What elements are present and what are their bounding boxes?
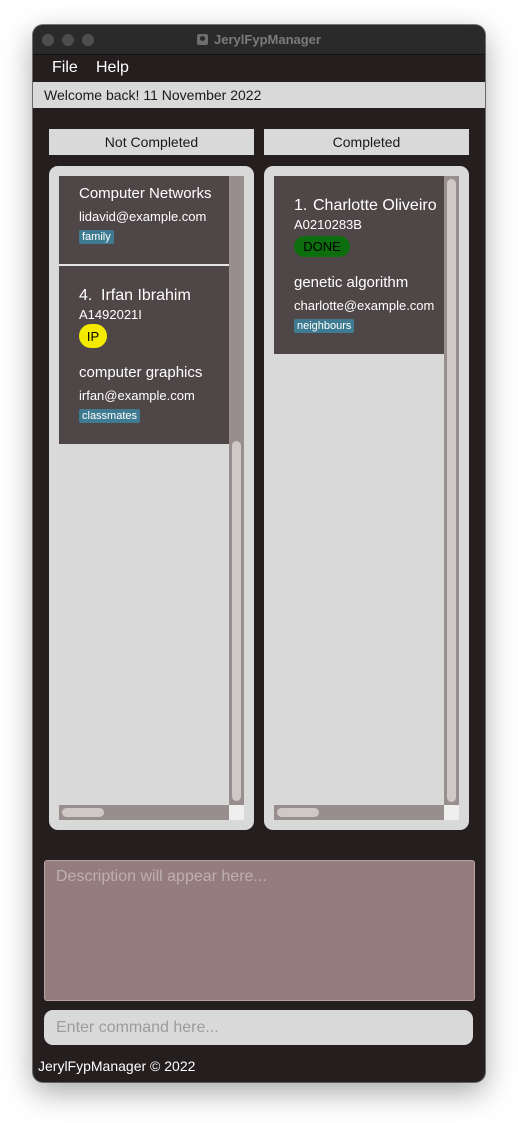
horizontal-scrollbar[interactable] bbox=[274, 805, 444, 820]
card-index: 1. bbox=[294, 197, 308, 214]
vertical-scrollbar[interactable] bbox=[444, 176, 459, 805]
card-project-name: genetic algorithm bbox=[294, 274, 409, 291]
card-index: 4. bbox=[79, 287, 93, 304]
scrollbar-corner bbox=[444, 805, 459, 820]
footer-status: JerylFypManager © 2022 bbox=[38, 1058, 196, 1074]
not-completed-header: Not Completed bbox=[49, 129, 254, 155]
app-window: JerylFypManager File Help Welcome back! … bbox=[33, 25, 485, 1082]
card-tag: classmates bbox=[79, 409, 141, 423]
card-student-id: A0210283B bbox=[294, 217, 362, 232]
card-project-name: Computer Networks bbox=[79, 185, 212, 202]
menu-bar: File Help bbox=[33, 55, 485, 81]
scrollbar-corner bbox=[229, 805, 244, 820]
app-icon bbox=[197, 34, 209, 45]
horizontal-scrollbar[interactable] bbox=[59, 805, 229, 820]
scrollbar-thumb[interactable] bbox=[447, 179, 456, 802]
scrollbar-thumb[interactable] bbox=[277, 808, 319, 817]
menu-help[interactable]: Help bbox=[96, 59, 129, 77]
card-email: charlotte@example.com bbox=[294, 298, 435, 313]
welcome-text: Welcome back! 11 November 2022 bbox=[44, 87, 262, 103]
vertical-scrollbar[interactable] bbox=[229, 176, 244, 805]
command-input[interactable] bbox=[44, 1010, 473, 1045]
title-bar: JerylFypManager bbox=[33, 25, 485, 55]
card-student-name: Charlotte Oliveiro bbox=[313, 197, 437, 214]
project-card[interactable]: Computer Networks lidavid@example.com fa… bbox=[59, 176, 229, 264]
project-card[interactable]: 1. Charlotte Oliveiro A0210283B DONE gen… bbox=[274, 176, 444, 354]
menu-file[interactable]: File bbox=[52, 59, 78, 77]
not-completed-list[interactable]: Computer Networks lidavid@example.com fa… bbox=[59, 176, 229, 805]
card-student-name: Irfan Ibrahim bbox=[101, 287, 191, 304]
card-project-name: computer graphics bbox=[79, 364, 203, 381]
scrollbar-thumb[interactable] bbox=[62, 808, 104, 817]
completed-header: Completed bbox=[264, 129, 469, 155]
welcome-banner: Welcome back! 11 November 2022 bbox=[33, 82, 485, 108]
window-title-group: JerylFypManager bbox=[33, 25, 485, 54]
command-box[interactable] bbox=[44, 1010, 473, 1045]
description-area[interactable]: Description will appear here... bbox=[44, 860, 475, 1001]
status-badge: IP bbox=[79, 324, 107, 348]
card-tag: neighbours bbox=[294, 319, 355, 333]
description-placeholder: Description will appear here... bbox=[56, 868, 267, 885]
project-card[interactable]: 4. Irfan Ibrahim A1492021I IP computer g… bbox=[59, 266, 229, 444]
not-completed-list-panel: Computer Networks lidavid@example.com fa… bbox=[49, 166, 254, 830]
card-email: lidavid@example.com bbox=[79, 209, 207, 224]
completed-list[interactable]: 1. Charlotte Oliveiro A0210283B DONE gen… bbox=[274, 176, 444, 805]
card-tag: family bbox=[79, 230, 114, 244]
completed-list-panel: 1. Charlotte Oliveiro A0210283B DONE gen… bbox=[264, 166, 469, 830]
card-student-id: A1492021I bbox=[79, 307, 142, 322]
scrollbar-thumb[interactable] bbox=[232, 441, 241, 801]
status-badge: DONE bbox=[294, 236, 350, 257]
card-email: irfan@example.com bbox=[79, 388, 195, 403]
window-title: JerylFypManager bbox=[214, 32, 321, 47]
